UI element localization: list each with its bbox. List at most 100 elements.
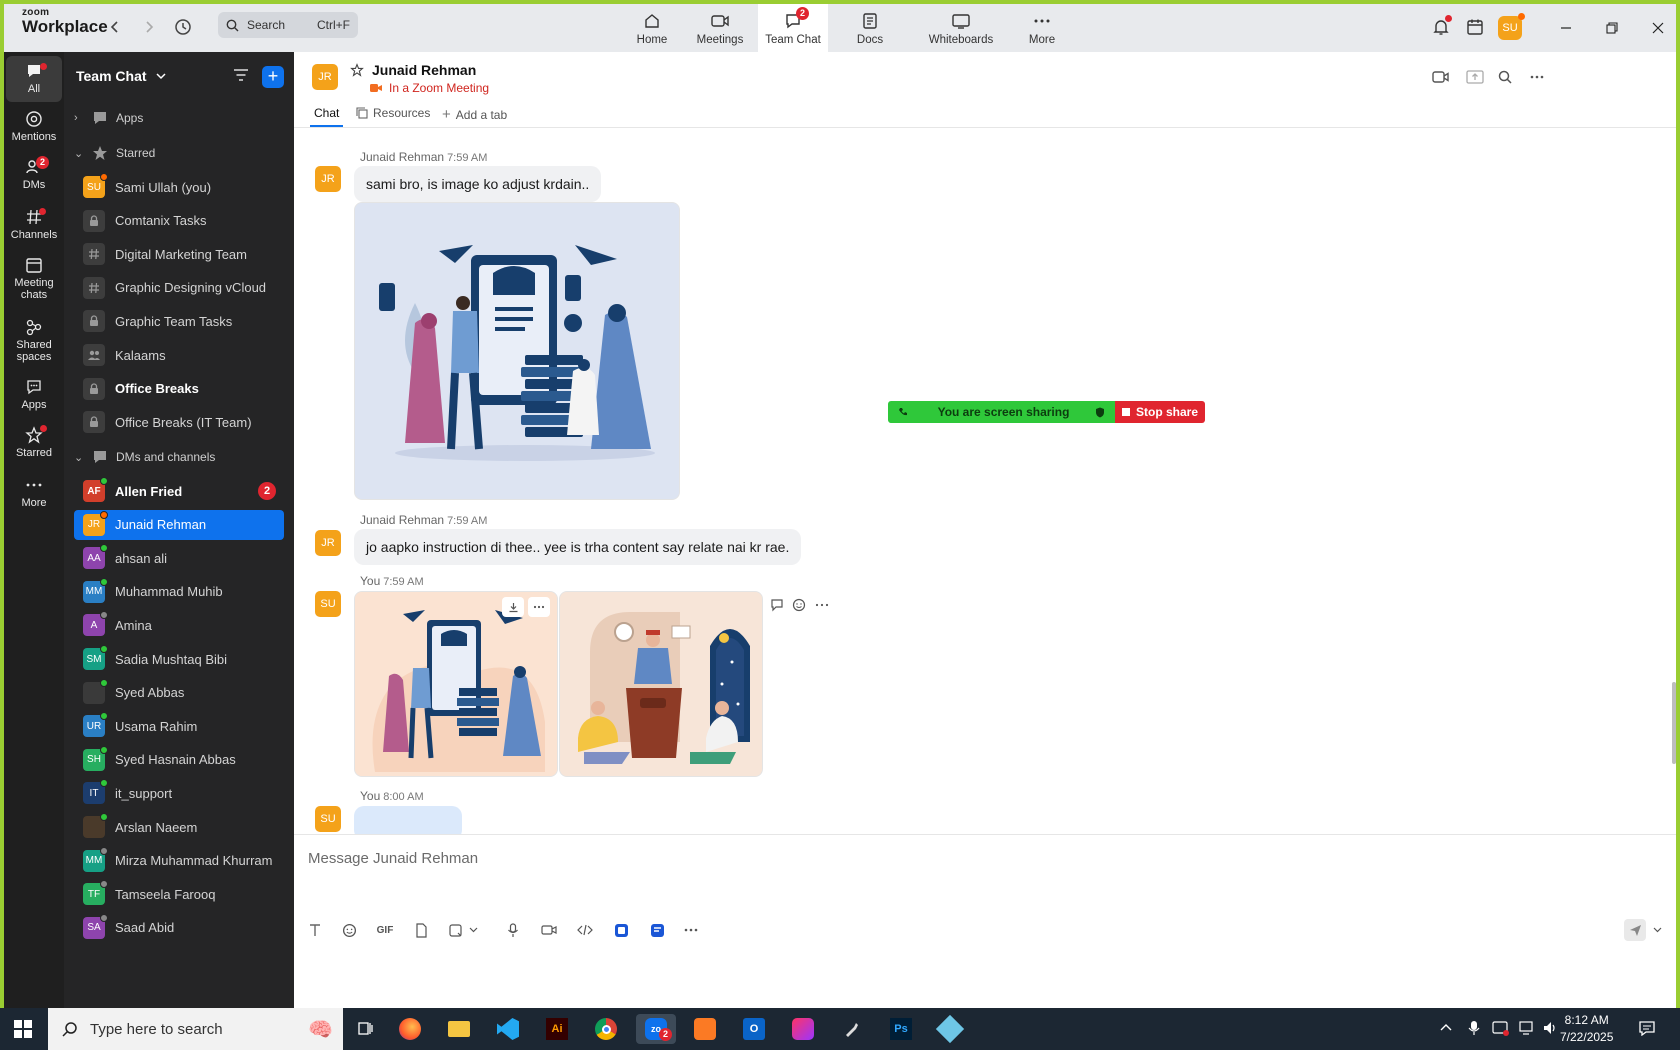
dms-item[interactable]: MM Mirza Muhammad Khurram xyxy=(74,846,284,876)
rail-mentions[interactable]: Mentions xyxy=(6,110,62,143)
rail-channels[interactable]: Channels xyxy=(6,208,62,241)
chat-scrollbar[interactable] xyxy=(1672,682,1676,764)
file-explorer-icon[interactable] xyxy=(444,1014,474,1044)
action-center-icon[interactable] xyxy=(1638,1020,1656,1039)
photoshop-icon[interactable]: Ps xyxy=(886,1014,916,1044)
contact-name[interactable]: Junaid Rehman xyxy=(372,62,476,78)
dms-item[interactable]: Syed Abbas xyxy=(74,678,284,708)
download-icon[interactable] xyxy=(502,597,524,617)
history-icon[interactable] xyxy=(172,16,194,38)
search-input[interactable]: Search Ctrl+F xyxy=(218,12,358,38)
rail-meeting-chats[interactable]: Meeting chats xyxy=(6,256,62,301)
starred-item[interactable]: Graphic Designing vCloud xyxy=(74,273,284,303)
apps-section[interactable]: › Apps xyxy=(74,103,284,133)
pen-tool-icon[interactable] xyxy=(837,1014,867,1044)
sidebar-title[interactable]: Team Chat xyxy=(76,68,167,84)
close-button[interactable] xyxy=(1646,16,1670,40)
calendar-icon[interactable] xyxy=(1464,16,1486,38)
text-format-icon[interactable] xyxy=(304,919,326,941)
zoom-taskbar-icon[interactable]: zo 2 xyxy=(636,1014,676,1044)
rail-more[interactable]: More xyxy=(6,476,62,509)
dms-item[interactable]: JR Junaid Rehman xyxy=(74,509,284,540)
app-action-icon[interactable] xyxy=(610,919,632,941)
restore-button[interactable] xyxy=(1600,16,1624,40)
message-avatar[interactable]: JR xyxy=(315,166,341,192)
dms-item[interactable]: SA Saad Abid xyxy=(74,913,284,943)
message-bubble[interactable]: jo aapko instruction di thee.. yee is tr… xyxy=(354,529,802,565)
video-message-icon[interactable] xyxy=(538,919,560,941)
star-outline-icon[interactable] xyxy=(350,63,364,77)
tab-more[interactable]: More xyxy=(1014,4,1070,52)
message-bubble[interactable]: sami bro, is image ko adjust krdain.. xyxy=(354,166,602,202)
send-icon[interactable] xyxy=(1624,919,1646,941)
message-sender[interactable]: Junaid Rehman xyxy=(360,513,444,527)
screenshot-icon[interactable] xyxy=(444,919,466,941)
message-avatar[interactable]: JR xyxy=(315,530,341,556)
stop-share-button[interactable]: Stop share xyxy=(1115,401,1205,423)
message-avatar[interactable]: SU xyxy=(315,591,341,617)
message-bubble-partial[interactable] xyxy=(354,806,462,834)
starred-item[interactable]: Digital Marketing Team xyxy=(74,239,284,269)
dms-item[interactable]: SH Syed Hasnain Abbas xyxy=(74,745,284,775)
tab-docs[interactable]: Docs xyxy=(840,4,900,52)
message-avatar[interactable]: SU xyxy=(315,806,341,832)
rail-dms[interactable]: 2 DMs xyxy=(6,156,62,191)
starred-item[interactable]: Kalaams xyxy=(74,340,284,370)
windows-start-icon[interactable] xyxy=(14,1020,32,1041)
reply-in-thread-icon[interactable] xyxy=(770,598,784,615)
filter-icon[interactable] xyxy=(232,66,250,87)
tab-team-chat[interactable]: 2 Team Chat xyxy=(758,4,828,52)
starred-item[interactable]: Office Breaks xyxy=(74,374,284,404)
xampp-icon[interactable] xyxy=(690,1014,720,1044)
rail-all[interactable]: All xyxy=(6,56,62,102)
dms-item[interactable]: UR Usama Rahim xyxy=(74,711,284,741)
notification-bell-icon[interactable] xyxy=(1430,15,1452,38)
message-more-icon[interactable] xyxy=(815,598,829,615)
tray-chevron-icon[interactable] xyxy=(1440,1022,1452,1034)
user-avatar[interactable]: SU xyxy=(1498,13,1525,40)
code-snippet-icon[interactable] xyxy=(574,919,596,941)
back-icon[interactable] xyxy=(104,16,126,38)
creative-cloud-icon[interactable] xyxy=(788,1014,818,1044)
search-icon[interactable] xyxy=(1498,70,1512,87)
chat-options-icon[interactable] xyxy=(1530,70,1544,87)
minimize-button[interactable] xyxy=(1554,16,1578,40)
chrome-icon[interactable] xyxy=(591,1014,621,1044)
starred-item[interactable]: Office Breaks (IT Team) xyxy=(74,407,284,437)
microphone-icon[interactable] xyxy=(502,919,524,941)
message-image-attachment[interactable] xyxy=(354,202,680,500)
share-screen-icon[interactable] xyxy=(1466,70,1484,87)
forward-icon[interactable] xyxy=(138,16,160,38)
starred-item[interactable]: Comtanix Tasks xyxy=(74,206,284,236)
contact-avatar[interactable]: JR xyxy=(312,64,338,90)
illustrator-icon[interactable]: Ai xyxy=(542,1014,572,1044)
screen-sharing-indicator[interactable]: You are screen sharing xyxy=(888,401,1115,423)
message-image-attachment[interactable] xyxy=(559,591,763,777)
whiteboard-share-icon[interactable] xyxy=(646,919,668,941)
dms-item[interactable]: A Amina xyxy=(74,610,284,640)
new-chat-button[interactable]: + xyxy=(262,66,284,88)
tab-resources[interactable]: Resources xyxy=(356,106,430,120)
message-sender[interactable]: Junaid Rehman xyxy=(360,150,444,164)
tab-meetings[interactable]: Meetings xyxy=(690,4,750,52)
image-more-icon[interactable] xyxy=(528,597,550,617)
starred-section[interactable]: ⌄ Starred xyxy=(74,138,284,168)
message-image-attachment[interactable] xyxy=(354,591,558,777)
tab-chat[interactable]: Chat xyxy=(309,106,344,127)
task-view-icon[interactable] xyxy=(350,1014,380,1044)
tab-home[interactable]: Home xyxy=(622,4,682,52)
dms-item[interactable]: TF Tamseela Farooq xyxy=(74,879,284,909)
dms-item[interactable]: MM Muhammad Muhib xyxy=(74,577,284,607)
dms-item[interactable]: SM Sadia Mushtaq Bibi xyxy=(74,644,284,674)
tab-whiteboards[interactable]: Whiteboards xyxy=(916,4,1006,52)
rail-shared-spaces[interactable]: Shared spaces xyxy=(6,318,62,363)
rail-apps[interactable]: Apps xyxy=(6,378,62,411)
dms-item[interactable]: AA ahsan ali xyxy=(74,543,284,573)
video-call-icon[interactable] xyxy=(1432,70,1450,87)
screenshot-options-chevron-icon[interactable] xyxy=(466,919,480,941)
vscode-icon[interactable] xyxy=(493,1014,523,1044)
dms-section[interactable]: ⌄ DMs and channels xyxy=(74,442,284,472)
volume-icon[interactable] xyxy=(1542,1020,1558,1039)
firefox-icon[interactable] xyxy=(395,1014,425,1044)
app-icon[interactable] xyxy=(935,1014,965,1044)
